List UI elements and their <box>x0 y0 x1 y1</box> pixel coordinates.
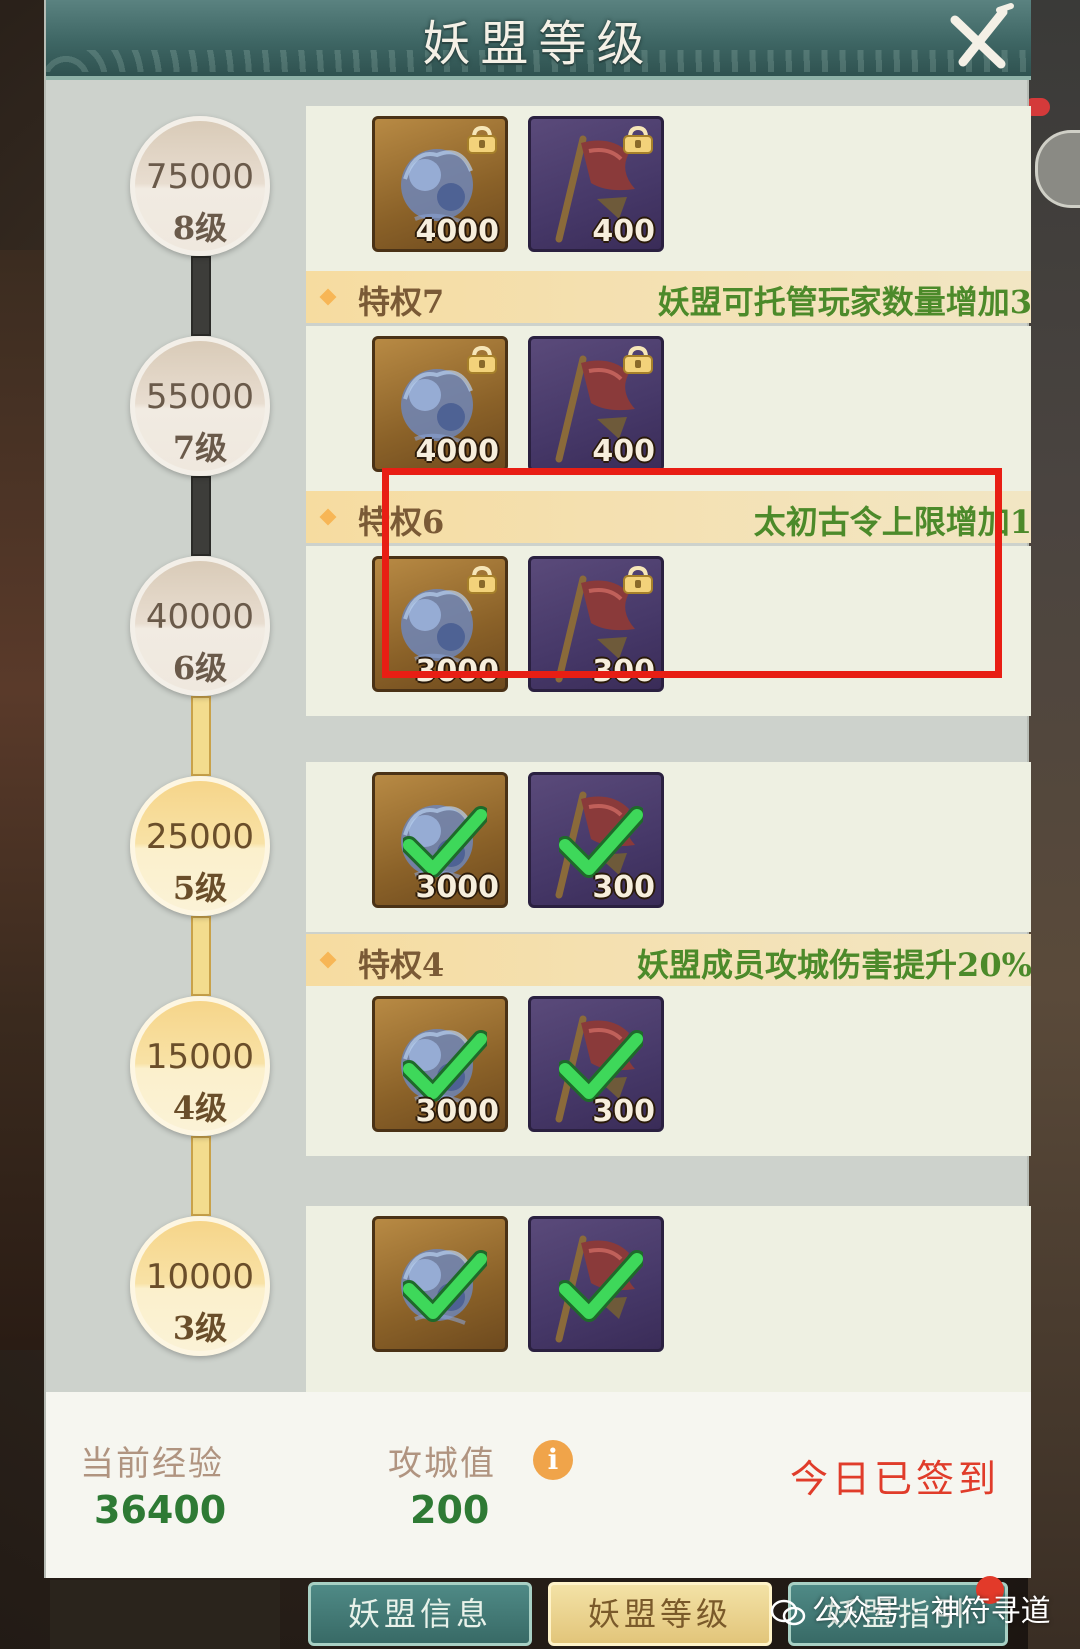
siege-value: 200 <box>410 1488 490 1532</box>
privilege-bullet-icon <box>319 288 337 306</box>
bottom-left-scenery <box>50 1580 280 1649</box>
reward-card: 3000 300 <box>306 986 1031 1156</box>
privilege-description: 妖盟成员攻城伤害提升20% <box>637 946 1031 984</box>
level-exp-threshold: 15000 <box>145 1037 255 1077</box>
panel-header: 妖盟等级 <box>46 0 1031 80</box>
watermark: 公众号 · 神符寻道 <box>770 1586 1051 1630</box>
watermark-text: 公众号 · 神符寻道 <box>812 1594 1051 1629</box>
current-exp-label: 当前经验 <box>80 1444 224 1484</box>
reward-item-spirit-orb[interactable]: 3000 <box>372 772 508 908</box>
reward-quantity: 300 <box>592 870 655 905</box>
reward-item-spirit-orb[interactable]: 4000 <box>372 116 508 252</box>
level-exp-threshold: 25000 <box>145 817 255 857</box>
lock-icon <box>467 565 497 594</box>
privilege-description: 太初古令上限增加1 <box>753 503 1031 541</box>
level-connector <box>191 256 211 336</box>
panel-title: 妖盟等级 <box>422 16 655 72</box>
reward-quantity: 400 <box>592 434 655 469</box>
level-node: 15000 4级 <box>130 996 270 1136</box>
privilege-banner: 特权4 妖盟成员攻城伤害提升20% <box>306 934 1031 986</box>
level-node: 55000 7级 <box>130 336 270 476</box>
privilege-banner: 特权7 妖盟可托管玩家数量增加3 <box>306 271 1031 323</box>
reward-card: 3000 300 <box>306 546 1031 716</box>
level-number: 7级 <box>172 429 228 467</box>
level-node: 25000 5级 <box>130 776 270 916</box>
reward-card <box>306 1206 1031 1392</box>
level-connector <box>191 1136 211 1216</box>
info-icon[interactable]: i <box>533 1440 573 1480</box>
privilege-bullet-icon <box>319 508 337 526</box>
reward-item-spirit-orb[interactable] <box>372 1216 508 1352</box>
reward-quantity: 3000 <box>415 654 500 689</box>
level-exp-threshold: 55000 <box>145 377 255 417</box>
level-node: 75000 8级 <box>130 116 270 256</box>
reward-card: 3000 300 <box>306 762 1031 932</box>
reward-item-war-flag[interactable]: 300 <box>528 556 664 692</box>
lock-icon <box>623 345 653 374</box>
level-connector <box>191 916 211 996</box>
level-node: 10000 3级 <box>130 1216 270 1356</box>
claimed-check-icon <box>403 1250 487 1322</box>
level-number: 3级 <box>172 1309 228 1347</box>
reward-quantity: 3000 <box>415 870 500 905</box>
lock-icon <box>623 565 653 594</box>
reward-item-spirit-orb[interactable]: 3000 <box>372 996 508 1132</box>
level-node: 40000 6级 <box>130 556 270 696</box>
privilege-description: 妖盟可托管玩家数量增加3 <box>657 283 1031 321</box>
reward-card: 4000 400 <box>306 326 1031 496</box>
reward-item-war-flag[interactable]: 300 <box>528 772 664 908</box>
reward-quantity: 4000 <box>415 214 500 249</box>
privilege-name: 特权6 <box>358 503 445 541</box>
background-right-scenery <box>1028 0 1080 1649</box>
reward-quantity: 4000 <box>415 434 500 469</box>
level-connector <box>191 696 211 776</box>
reward-card: 4000 400 <box>306 106 1031 276</box>
privilege-bullet-icon <box>319 951 337 969</box>
wechat-icon <box>770 1599 806 1625</box>
lock-icon <box>467 345 497 374</box>
reward-item-war-flag[interactable]: 400 <box>528 336 664 472</box>
reward-quantity: 3000 <box>415 1094 500 1129</box>
tab-alliance-info[interactable]: 妖盟信息 <box>308 1582 532 1646</box>
status-footer: 当前经验 36400 攻城值 i 200 今日已签到 <box>46 1392 1031 1578</box>
reward-item-war-flag[interactable] <box>528 1216 664 1352</box>
reward-item-war-flag[interactable]: 300 <box>528 996 664 1132</box>
claimed-check-icon <box>559 1250 643 1322</box>
reward-item-spirit-orb[interactable]: 3000 <box>372 556 508 692</box>
close-icon <box>950 3 1014 69</box>
background-left-scenery <box>0 250 48 1350</box>
level-connector <box>191 476 211 556</box>
alliance-level-panel: 妖盟等级 4000 400 75000 8级 4000 400 特权7 妖盟可托管玩家数量增加… <box>44 0 1031 1578</box>
privilege-banner: 特权6 太初古令上限增加1 <box>306 491 1031 543</box>
level-number: 6级 <box>172 649 228 687</box>
current-exp-value: 36400 <box>94 1488 227 1532</box>
lock-icon <box>623 125 653 154</box>
siege-value-label: 攻城值 <box>388 1444 496 1484</box>
level-exp-threshold: 40000 <box>145 597 255 637</box>
privilege-name: 特权7 <box>358 283 445 321</box>
reward-item-war-flag[interactable]: 400 <box>528 116 664 252</box>
privilege-name: 特权4 <box>358 946 445 984</box>
level-number: 4级 <box>172 1089 228 1127</box>
reward-item-spirit-orb[interactable]: 4000 <box>372 336 508 472</box>
level-number: 5级 <box>172 869 228 907</box>
reward-quantity: 400 <box>592 214 655 249</box>
reward-quantity: 300 <box>592 654 655 689</box>
reward-quantity: 300 <box>592 1094 655 1129</box>
signed-in-status: 今日已签到 <box>790 1457 1001 1501</box>
close-button[interactable] <box>941 2 1021 74</box>
tab-alliance-level[interactable]: 妖盟等级 <box>548 1582 772 1646</box>
level-exp-threshold: 75000 <box>145 157 255 197</box>
level-list[interactable]: 4000 400 75000 8级 4000 400 特权7 妖盟可托管玩家数量增加3 5500… <box>46 86 1031 1392</box>
lock-icon <box>467 125 497 154</box>
level-number: 8级 <box>172 209 228 247</box>
level-exp-threshold: 10000 <box>145 1257 255 1297</box>
